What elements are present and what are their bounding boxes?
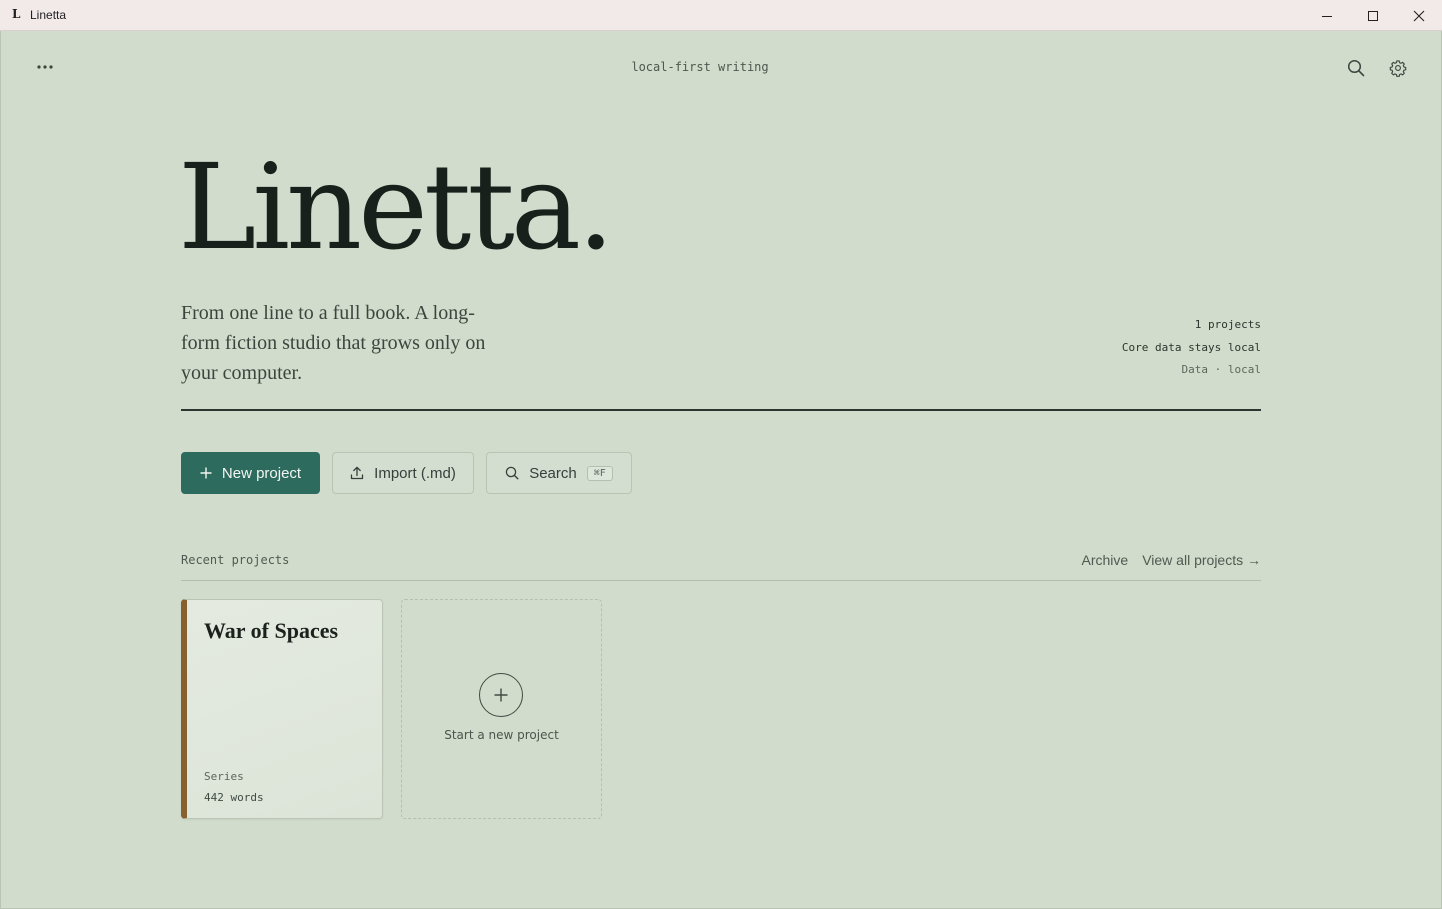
archive-link[interactable]: Archive — [1082, 552, 1129, 568]
maximize-button[interactable] — [1350, 0, 1396, 31]
stats-panel: 1 projects Core data stays local Data · … — [1122, 316, 1261, 384]
project-meta: Series 442 words — [204, 766, 264, 808]
plus-icon — [494, 688, 508, 702]
view-all-projects-link[interactable]: View all projects → — [1142, 552, 1261, 568]
top-search-button[interactable] — [1344, 56, 1368, 80]
search-shortcut-badge: ⌘F — [586, 465, 613, 481]
stat-storage: Core data stays local — [1121, 340, 1261, 354]
import-label: Import (.md) — [374, 464, 456, 482]
hero-divider — [181, 409, 1261, 411]
import-button[interactable]: Import (.md) — [332, 452, 474, 494]
close-button[interactable] — [1396, 0, 1442, 31]
minimize-button[interactable] — [1304, 0, 1350, 31]
minimize-icon — [1322, 15, 1332, 17]
recent-projects-divider — [181, 580, 1261, 581]
new-project-label: New project — [221, 464, 302, 482]
project-type: Series — [204, 770, 244, 783]
window-title-bar: L Linetta — [0, 0, 1442, 31]
new-project-button[interactable]: New project — [181, 452, 320, 494]
maximize-icon — [1368, 10, 1378, 21]
project-title: War of Spaces — [204, 618, 339, 643]
project-word-count: 442 words — [204, 791, 264, 804]
project-card[interactable]: War of Spaces Series 442 words — [181, 599, 383, 819]
plus-icon — [200, 467, 212, 479]
new-project-card[interactable]: Start a new project — [401, 599, 602, 819]
search-label: Search — [529, 464, 577, 482]
settings-button[interactable] — [1386, 56, 1410, 80]
more-horizontal-icon — [37, 65, 53, 69]
hero-description: From one line to a full book. A long-for… — [181, 302, 486, 384]
upload-icon — [351, 466, 364, 480]
window-title: Linetta — [30, 8, 67, 22]
app-logo: L — [12, 7, 21, 21]
search-button[interactable]: Search ⌘F — [486, 452, 632, 494]
gear-icon — [1389, 60, 1407, 77]
recent-projects-heading: Recent projects — [181, 553, 290, 567]
stat-projects: 1 projects — [1194, 318, 1261, 331]
search-icon — [505, 466, 519, 480]
recent-projects-links: Archive View all projects → — [1082, 552, 1261, 568]
close-icon — [1413, 10, 1425, 21]
search-icon — [1347, 59, 1365, 77]
new-project-card-label: Start a new project — [444, 728, 559, 742]
stat-data: Data · local — [1181, 363, 1261, 376]
more-menu-button[interactable] — [33, 57, 57, 77]
hero-title: Linetta. — [178, 138, 615, 276]
new-project-plus-button[interactable] — [479, 673, 523, 717]
app-tagline: local-first writing — [631, 60, 769, 74]
